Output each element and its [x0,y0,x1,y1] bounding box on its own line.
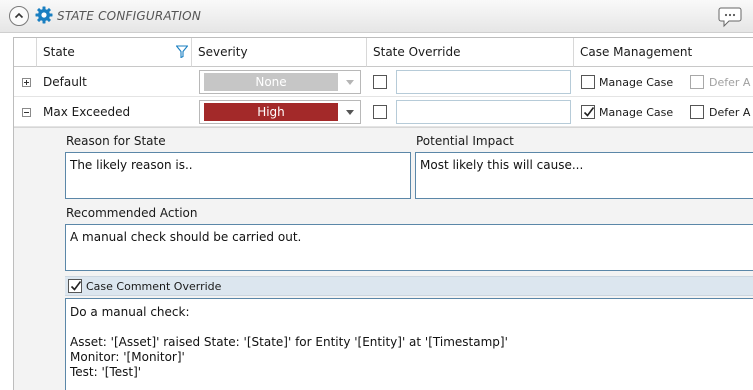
manage-case-label: Manage Case [599,76,674,89]
filter-icon[interactable] [176,45,188,58]
table-row[interactable]: Default None Manage Case Defer A [14,67,753,97]
checkmark-icon [70,281,82,291]
severity-dropdown[interactable]: None [199,70,361,94]
gear-icon [35,6,53,24]
checkmark-icon [583,107,595,117]
chevron-down-icon [346,80,354,85]
state-grid: State Severity State Override Case Manag… [13,37,753,390]
impact-textarea[interactable]: Most likely this will cause... [415,152,753,199]
defer-checkbox[interactable] [690,75,704,89]
chevron-up-icon [14,12,24,19]
case-comment-textarea[interactable]: Do a manual check: Asset: '[Asset]' rais… [65,298,753,390]
case-comment-override-label: Case Comment Override [86,280,222,293]
column-header-severity-label: Severity [198,45,248,59]
manage-case-checkbox[interactable] [581,75,595,89]
collapse-button[interactable] [9,6,29,26]
column-header-state-override-label: State Override [373,45,461,59]
column-header-case-management[interactable]: Case Management [574,38,753,67]
case-comment-override-bar: Case Comment Override [65,276,753,296]
column-header-state[interactable]: State [37,38,192,67]
column-header-state-label: State [43,45,75,59]
impact-label: Potential Impact [416,134,514,148]
recommended-action-textarea[interactable]: A manual check should be carried out. [65,224,753,271]
severity-value: None [204,73,338,91]
section-header: STATE CONFIGURATION [0,0,753,33]
section-title: STATE CONFIGURATION [57,9,201,23]
reason-textarea[interactable]: The likely reason is.. [65,152,411,199]
column-header-case-management-label: Case Management [580,45,693,59]
expander-column-header [14,38,37,67]
collapse-row-button[interactable] [22,108,31,117]
row-detail-panel: Reason for State The likely reason is.. … [14,127,753,390]
severity-value: High [204,103,338,121]
speech-bubble-icon[interactable] [718,6,742,28]
case-comment-override-checkbox[interactable] [68,279,82,293]
severity-dropdown[interactable]: High [199,100,361,124]
recommended-action-label: Recommended Action [66,206,198,220]
defer-label: Defer A [709,76,751,89]
reason-label: Reason for State [66,134,166,148]
state-override-input[interactable] [396,70,571,94]
expand-row-button[interactable] [22,78,31,87]
state-override-checkbox[interactable] [373,75,387,89]
state-override-input[interactable] [396,100,571,124]
defer-checkbox[interactable] [690,105,704,119]
chevron-down-icon [346,110,354,115]
table-row[interactable]: Max Exceeded High Manage Case Defer A [14,97,753,127]
state-name: Default [43,75,87,89]
manage-case-label: Manage Case [599,106,674,119]
state-name: Max Exceeded [43,105,131,119]
manage-case-checkbox[interactable] [581,105,595,119]
state-override-checkbox[interactable] [373,105,387,119]
column-header-severity[interactable]: Severity [192,38,367,67]
column-header-state-override[interactable]: State Override [367,38,574,67]
defer-label: Defer A [709,106,751,119]
